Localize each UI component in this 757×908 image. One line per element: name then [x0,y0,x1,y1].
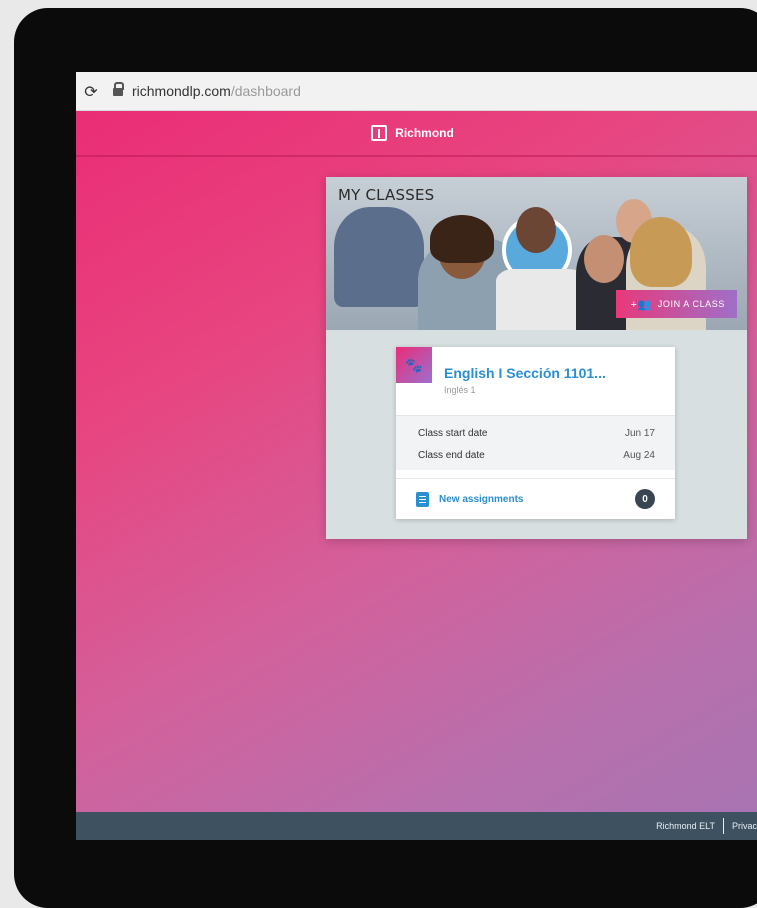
assignment-icon [416,491,429,507]
class-name[interactable]: English I Sección 1101... [444,365,606,381]
start-date-value: Jun 17 [624,427,655,439]
paw-icon: 🐾 [396,347,432,383]
class-card[interactable]: 🐾 English I Sección 1101... Inglés 1 Cla… [396,347,675,519]
photo-hair [630,217,692,287]
join-class-button[interactable]: +👥 JOIN A CLASS [616,290,737,318]
photo-hair [430,215,494,263]
add-group-icon: +👥 [630,298,652,311]
brand-name: Richmond [395,126,454,140]
footer: Richmond ELT Privac [76,812,757,840]
my-classes-panel: MY CLASSES +👥 JOIN A CLASS 🐾 English I S… [326,177,747,539]
photo-figure [334,207,424,307]
top-nav: Richmond [76,111,757,157]
panel-title: MY CLASSES [338,186,435,204]
class-dates: Class start date Jun 17 Class end date A… [396,416,675,470]
dashboard-page: Richmond MY CLASSES +� [76,111,757,840]
footer-divider [722,818,724,834]
richmond-logo-icon [371,125,388,141]
class-card-header: 🐾 English I Sección 1101... Inglés 1 [396,347,675,416]
new-assignments-label: New assignments [439,493,524,505]
join-class-label: JOIN A CLASS [657,299,725,309]
lock-icon [112,82,124,96]
end-date-value: Aug 24 [623,449,655,461]
browser-window: ⟳ richmondlp.com/dashboard Richmond MY C… [76,72,757,840]
photo-face [584,235,624,283]
new-assignments-link[interactable]: New assignments 0 [396,478,675,519]
photo-figure [496,269,586,330]
url-path: /dashboard [230,83,301,99]
class-subtitle: Inglés 1 [444,385,476,395]
url-host: richmondlp.com [132,83,231,99]
end-date-row: Class end date Aug 24 [396,444,675,466]
brand-link[interactable]: Richmond [371,125,454,141]
end-date-label: Class end date [418,449,485,461]
footer-privacy-link[interactable]: Privac [732,821,757,831]
url-text[interactable]: richmondlp.com/dashboard [132,83,301,99]
footer-company-link[interactable]: Richmond ELT [656,821,715,831]
photo-face [516,207,556,253]
reload-icon[interactable]: ⟳ [76,82,106,101]
assignments-count-badge: 0 [635,489,655,509]
start-date-label: Class start date [418,427,488,439]
classes-hero-image: MY CLASSES +👥 JOIN A CLASS [326,177,747,330]
address-bar[interactable]: ⟳ richmondlp.com/dashboard [76,72,757,111]
start-date-row: Class start date Jun 17 [396,422,675,444]
